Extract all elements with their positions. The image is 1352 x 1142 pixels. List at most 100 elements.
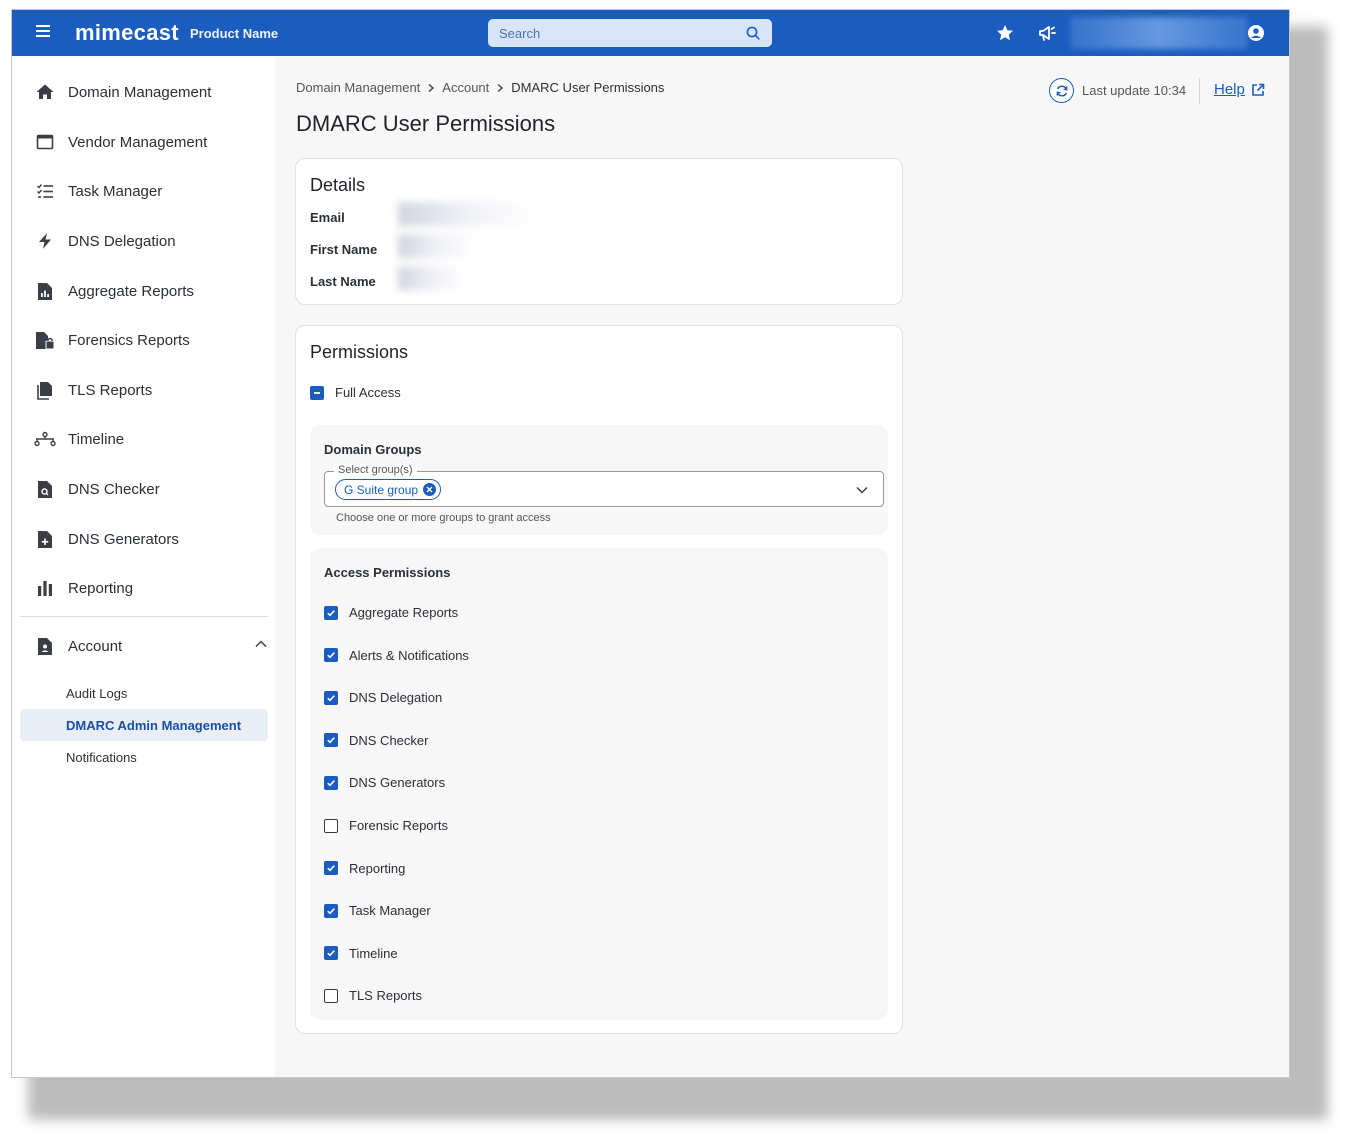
report-chart-icon	[34, 280, 56, 302]
external-link-icon	[1252, 83, 1265, 96]
timeline-icon	[34, 428, 56, 450]
star-icon[interactable]	[995, 23, 1015, 43]
sidebar-item-account[interactable]: Account	[32, 629, 268, 663]
permission-checkbox[interactable]: DNS Checker	[324, 733, 428, 748]
first-name-value-redacted	[398, 234, 478, 258]
sidebar-item-domain-management[interactable]: Domain Management	[32, 75, 268, 109]
checkbox-checked-icon[interactable]	[324, 690, 338, 705]
checkbox-checked-icon[interactable]	[324, 861, 338, 876]
checklist-icon	[34, 180, 56, 202]
checkbox-checked-icon[interactable]	[324, 775, 338, 790]
first-name-label: First Name	[310, 242, 378, 257]
sidebar-item-label: Domain Management	[68, 83, 212, 101]
permission-label: Alerts & Notifications	[349, 647, 469, 663]
chevron-up-icon[interactable]	[254, 637, 268, 651]
permissions-card: Permissions Full Access Domain Groups Se…	[295, 325, 903, 1034]
access-permissions-title: Access Permissions	[324, 565, 451, 580]
search-icon[interactable]	[745, 25, 761, 41]
breadcrumb-link[interactable]: Domain Management	[296, 80, 420, 95]
chevron-right-icon	[426, 83, 436, 93]
permission-checkbox[interactable]: Task Manager	[324, 903, 431, 918]
help-link[interactable]: Help	[1214, 81, 1265, 98]
permission-label: Task Manager	[349, 903, 431, 919]
search-input[interactable]	[488, 19, 738, 47]
permission-label: TLS Reports	[349, 988, 422, 1004]
access-permissions-panel: Access Permissions Aggregate Reports Aler…	[310, 548, 888, 1020]
home-icon	[34, 81, 56, 103]
sidebar-item-label: DNS Checker	[68, 480, 160, 498]
mimecast-logo[interactable]: mimecast	[75, 20, 179, 46]
sidebar-item-vendor-management[interactable]: Vendor Management	[32, 125, 268, 159]
files-icon	[34, 379, 56, 401]
checkbox-unchecked-icon[interactable]	[324, 818, 338, 833]
sidebar-item-dns-generators[interactable]: DNS Generators	[32, 522, 268, 556]
group-select[interactable]: Select group(s) G Suite group	[324, 464, 884, 507]
full-access-label: Full Access	[335, 385, 401, 400]
file-search-icon	[34, 478, 56, 500]
sidebar-item-dns-delegation[interactable]: DNS Delegation	[32, 224, 268, 258]
sidebar: Domain Management Vendor Management Task…	[12, 56, 275, 1077]
sidebar-item-forensics-reports[interactable]: Forensics Reports	[32, 323, 268, 357]
search-box[interactable]	[488, 19, 772, 47]
megaphone-icon[interactable]	[1037, 23, 1057, 43]
permission-label: Reporting	[349, 860, 406, 876]
permission-checkbox[interactable]: TLS Reports	[324, 988, 422, 1003]
breadcrumb-link[interactable]: Account	[442, 80, 489, 95]
sidebar-subitem-dmarc-admin-management[interactable]: DMARC Admin Management	[20, 709, 268, 741]
help-label[interactable]: Help	[1214, 81, 1245, 98]
account-file-icon	[34, 635, 56, 657]
permission-checkbox[interactable]: Aggregate Reports	[324, 605, 458, 620]
indeterminate-checkbox-icon[interactable]	[310, 385, 324, 400]
last-name-label: Last Name	[310, 274, 376, 289]
details-title: Details	[310, 175, 366, 195]
last-update-text: Last update 10:34	[1082, 83, 1187, 98]
permission-checkbox[interactable]: Timeline	[324, 946, 398, 961]
sidebar-subitem-audit-logs[interactable]: Audit Logs	[20, 677, 268, 709]
bolt-icon	[34, 230, 56, 252]
sidebar-item-label: TLS Reports	[68, 381, 153, 399]
email-label: Email	[310, 210, 345, 225]
sidebar-item-timeline[interactable]: Timeline	[32, 422, 268, 456]
product-name: Product Name	[190, 26, 279, 41]
checkbox-checked-icon[interactable]	[324, 733, 338, 748]
permission-label: DNS Delegation	[349, 690, 443, 706]
checkbox-checked-icon[interactable]	[324, 946, 338, 961]
sidebar-item-tls-reports[interactable]: TLS Reports	[32, 373, 268, 407]
group-select-label: Select group(s)	[334, 464, 417, 476]
sidebar-item-dns-checker[interactable]: DNS Checker	[32, 472, 268, 506]
email-value-redacted	[398, 202, 538, 226]
user-avatar-icon[interactable]	[1246, 23, 1266, 43]
sidebar-item-label: Timeline	[68, 430, 125, 448]
sidebar-item-task-manager[interactable]: Task Manager	[32, 174, 268, 208]
sidebar-divider	[20, 616, 268, 617]
sidebar-item-reporting[interactable]: Reporting	[32, 571, 268, 605]
sidebar-item-label: DNS Delegation	[68, 232, 176, 250]
domain-groups-panel: Domain Groups Select group(s) G Suite gr…	[310, 425, 888, 535]
permission-label: DNS Checker	[349, 732, 429, 748]
permission-checkbox[interactable]: Reporting	[324, 861, 405, 876]
permission-label: Aggregate Reports	[349, 605, 459, 620]
checkbox-checked-icon[interactable]	[324, 648, 338, 663]
sidebar-item-label: Task Manager	[68, 182, 163, 200]
permission-checkbox[interactable]: Alerts & Notifications	[324, 648, 469, 663]
checkbox-checked-icon[interactable]	[324, 605, 338, 620]
chevron-down-icon[interactable]	[855, 483, 869, 497]
group-chip-label: G Suite group	[344, 482, 419, 497]
permissions-title: Permissions	[310, 342, 409, 362]
file-plus-icon	[34, 528, 56, 550]
checkbox-unchecked-icon[interactable]	[324, 988, 338, 1003]
sidebar-subitem-notifications[interactable]: Notifications	[20, 741, 268, 773]
refresh-icon[interactable]	[1049, 78, 1074, 103]
domain-groups-title: Domain Groups	[324, 442, 422, 457]
permission-checkbox[interactable]: Forensic Reports	[324, 818, 448, 833]
full-access-checkbox[interactable]: Full Access	[310, 385, 401, 400]
chip-remove-icon[interactable]	[423, 483, 437, 496]
permission-checkbox[interactable]: DNS Generators	[324, 775, 445, 790]
menu-icon[interactable]	[36, 25, 50, 39]
sidebar-item-label: Reporting	[68, 579, 134, 597]
sidebar-item-aggregate-reports[interactable]: Aggregate Reports	[32, 274, 268, 308]
breadcrumb-current: DMARC User Permissions	[511, 80, 665, 95]
group-select-helper: Choose one or more groups to grant acces…	[336, 512, 551, 524]
checkbox-checked-icon[interactable]	[324, 903, 338, 918]
permission-checkbox[interactable]: DNS Delegation	[324, 690, 442, 705]
